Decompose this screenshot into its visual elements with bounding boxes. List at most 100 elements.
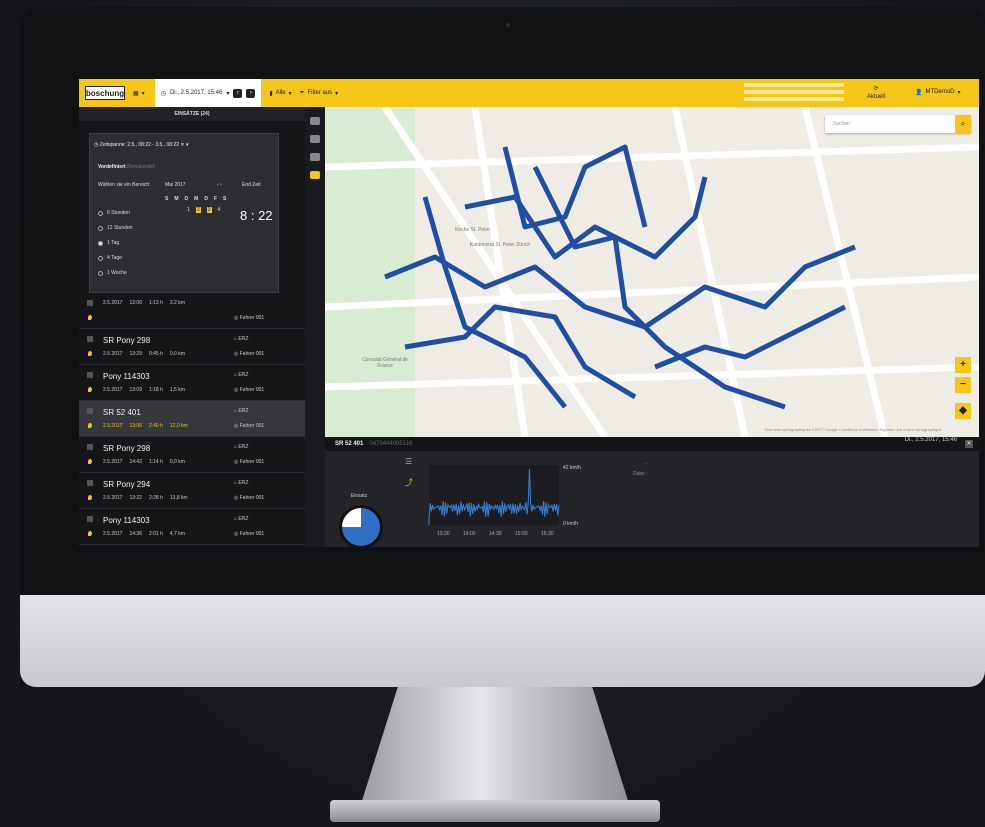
timespan-field[interactable]: ◷ Zeitspanne: 2.5., 08:22 - 3.5., 08:22 …: [94, 138, 234, 152]
map-search-input[interactable]: Suchen: [825, 115, 971, 133]
einsatz-donut: [339, 505, 383, 547]
vehicle-icon: [87, 444, 93, 450]
chevron-down-icon: ▾: [141, 90, 145, 97]
map-label-kantonsrat: Kantonsrat St. Peter Zürich: [469, 242, 531, 248]
mission-title: SR 52 401: [103, 408, 141, 417]
y-min-label: 0 km/h: [563, 521, 578, 527]
calendar-month: Mai 2017: [165, 182, 186, 188]
chart-area: [429, 465, 559, 525]
range-option[interactable]: 4 Tage: [98, 255, 122, 261]
streets: [325, 107, 979, 437]
mission-row[interactable]: SR Pony 298 2.5.2017 13:29 0:45 h 0,0 km ⌂ ER…: [79, 329, 305, 365]
date-value: Di., 2.5.2017, 15:46: [169, 90, 223, 96]
map-label-consulat: Consulat Général de France: [362, 357, 408, 369]
refresh-button[interactable]: ⟳ Aktuell: [867, 85, 885, 101]
radio-icon: [98, 225, 103, 231]
mission-row[interactable]: SR Pony 294 2.5.2017 13:22 2:28 h 13,8 km ⌂ E…: [79, 473, 305, 509]
radio-icon: [98, 270, 103, 276]
pin-icon: [88, 423, 92, 428]
date-picker[interactable]: ◷ Di., 2.5.2017, 15:46 ▾ ‹ ›: [154, 79, 262, 107]
mission-row[interactable]: Pony 114303 2.5.2017 13:09 1:18 h 1,5 km ⌂ ER…: [79, 365, 305, 401]
mission-meta: 2.5.2017 13:06 2:40 h 12,0 km: [103, 423, 188, 429]
mission-row[interactable]: SR 52 401 2.5.2017 13:06 2:40 h 12,0 km ⌂ ERZ…: [79, 401, 305, 437]
vehicle-icon: [87, 516, 93, 522]
tab-benutzerdef[interactable]: Benutzerdef.: [127, 164, 155, 170]
mission-row[interactable]: SR Pony 298 2.5.2017 14:42 1:14 h 0,0 km ⌂ ER…: [79, 437, 305, 473]
mission-row[interactable]: Pony 114303 2.5.2017 14:36 2:01 h 4,7 km ⌂ ER…: [79, 509, 305, 545]
weekday: D: [204, 196, 208, 202]
range-instruction: Wählen sie ein Bereich:: [98, 182, 151, 188]
chevron-down-icon: ▾: [226, 90, 230, 97]
map-view[interactable]: Suchen ⌕ Kirche St. Peter Kantonsrat St.…: [325, 107, 979, 437]
mission-org: ⌂ ERZ: [234, 336, 249, 342]
calendar-day-selected[interactable]: 2: [195, 207, 201, 213]
pin-icon: [88, 459, 92, 464]
search-icon[interactable]: ⌕: [955, 115, 971, 133]
x-tick-label: 13:30: [437, 531, 450, 537]
calendar-week: 1234: [187, 207, 221, 213]
top-bar: boschung ▦ ▾ ◷ Di., 2.5.2017, 15:46 ▾ ‹ ›…: [79, 79, 979, 107]
vehicle-icon: [87, 300, 93, 306]
close-icon[interactable]: ✕: [965, 440, 973, 448]
range-option-label: 6 Stunden: [107, 210, 130, 216]
mission-row[interactable]: 2.5.2017 12:06 1:13 h 3,2 km ◎ Fahrer 001: [79, 293, 305, 329]
mission-title: Pony 114303: [103, 516, 150, 525]
calendar-nav[interactable]: ‹ ›: [217, 182, 222, 188]
range-option-label: 1 Woche: [107, 270, 127, 276]
y-max-label: 42 km/h: [563, 465, 581, 471]
list-icon[interactable]: ☰: [405, 457, 412, 466]
range-option-label: 4 Tage: [107, 255, 122, 261]
weekday: D: [184, 196, 189, 202]
chart-icon[interactable]: ⤴: [405, 477, 413, 488]
mission-meta: 2.5.2017 13:29 0:45 h 0,0 km: [103, 351, 185, 357]
einsatz-label: Einsatz: [350, 493, 368, 499]
map-label-kirche: Kirche St. Peter: [455, 227, 491, 233]
range-option-label: 12 Stunden: [107, 225, 133, 231]
chevron-down-icon: ▾: [288, 90, 292, 97]
monitor-stand: [360, 687, 630, 807]
camera: [506, 23, 510, 27]
monitor-frame: boschung ▦ ▾ ◷ Di., 2.5.2017, 15:46 ▾ ‹ ›…: [20, 7, 985, 687]
mission-driver: ◎ Fahrer 001: [234, 531, 265, 537]
signal-icon[interactable]: [310, 117, 320, 125]
filter-button[interactable]: ⏷ Filter aus ▾: [300, 90, 339, 97]
zoom-out-button[interactable]: −: [955, 377, 971, 393]
mission-row[interactable]: SR Eeholm 315⌂ ERZ: [79, 545, 305, 547]
mission-org: ⌂ ERZ: [234, 408, 249, 414]
next-arrow-icon[interactable]: ›: [246, 88, 256, 98]
range-option[interactable]: 6 Stunden: [98, 210, 130, 216]
mission-driver: ◎ Fahrer 001: [234, 459, 265, 465]
prev-arrow-icon[interactable]: ‹: [233, 88, 243, 98]
user-menu[interactable]: 👤 MTDemoD ▾: [915, 89, 961, 96]
layout-menu-button[interactable]: ▦ ▾: [133, 90, 145, 97]
document-icon[interactable]: [310, 171, 320, 179]
antenna-icon[interactable]: [310, 135, 320, 143]
clock-icon: ◷: [160, 90, 166, 97]
all-filter-button[interactable]: ▮ Alle ▾: [269, 90, 291, 97]
mission-title: SR Pony 298: [103, 444, 151, 453]
vehicle-route: [384, 144, 856, 410]
tab-vordefiniert[interactable]: Vordefiniert Benutzerdef.: [98, 164, 155, 170]
range-option[interactable]: 1 Tag: [98, 240, 119, 246]
x-tick-label: 14:30: [489, 531, 502, 537]
radio-icon: [98, 240, 103, 246]
mission-org: ⌂ ERZ: [234, 372, 249, 378]
range-option[interactable]: 12 Stunden: [98, 225, 133, 231]
mission-org: ⌂ ERZ: [234, 480, 249, 486]
missions-header: EINSÄTZE (24): [79, 107, 305, 121]
vehicle-detail-panel: SR 52 401 0470444005116 Di., 2.5.2017, 15…: [325, 437, 979, 547]
range-option[interactable]: 1 Woche: [98, 270, 127, 276]
vehicle-name: SR 52 401: [335, 441, 364, 447]
zoom-in-button[interactable]: +: [955, 357, 971, 373]
mission-meta: 2.5.2017 13:09 1:18 h 1,5 km: [103, 387, 185, 393]
vehicle-icon: [87, 372, 93, 378]
car-icon[interactable]: [310, 153, 320, 161]
pin-icon: [88, 315, 92, 320]
calendar-day-selected[interactable]: 3: [206, 207, 212, 213]
x-tick-label: 14:00: [463, 531, 476, 537]
end-time[interactable]: 8 : 22: [240, 208, 273, 223]
layers-icon[interactable]: ◆: [955, 403, 971, 419]
pin-icon: [88, 531, 92, 536]
vehicle-detail-header: SR 52 401 0470444005116: [325, 437, 979, 451]
status-bars: [744, 83, 844, 104]
